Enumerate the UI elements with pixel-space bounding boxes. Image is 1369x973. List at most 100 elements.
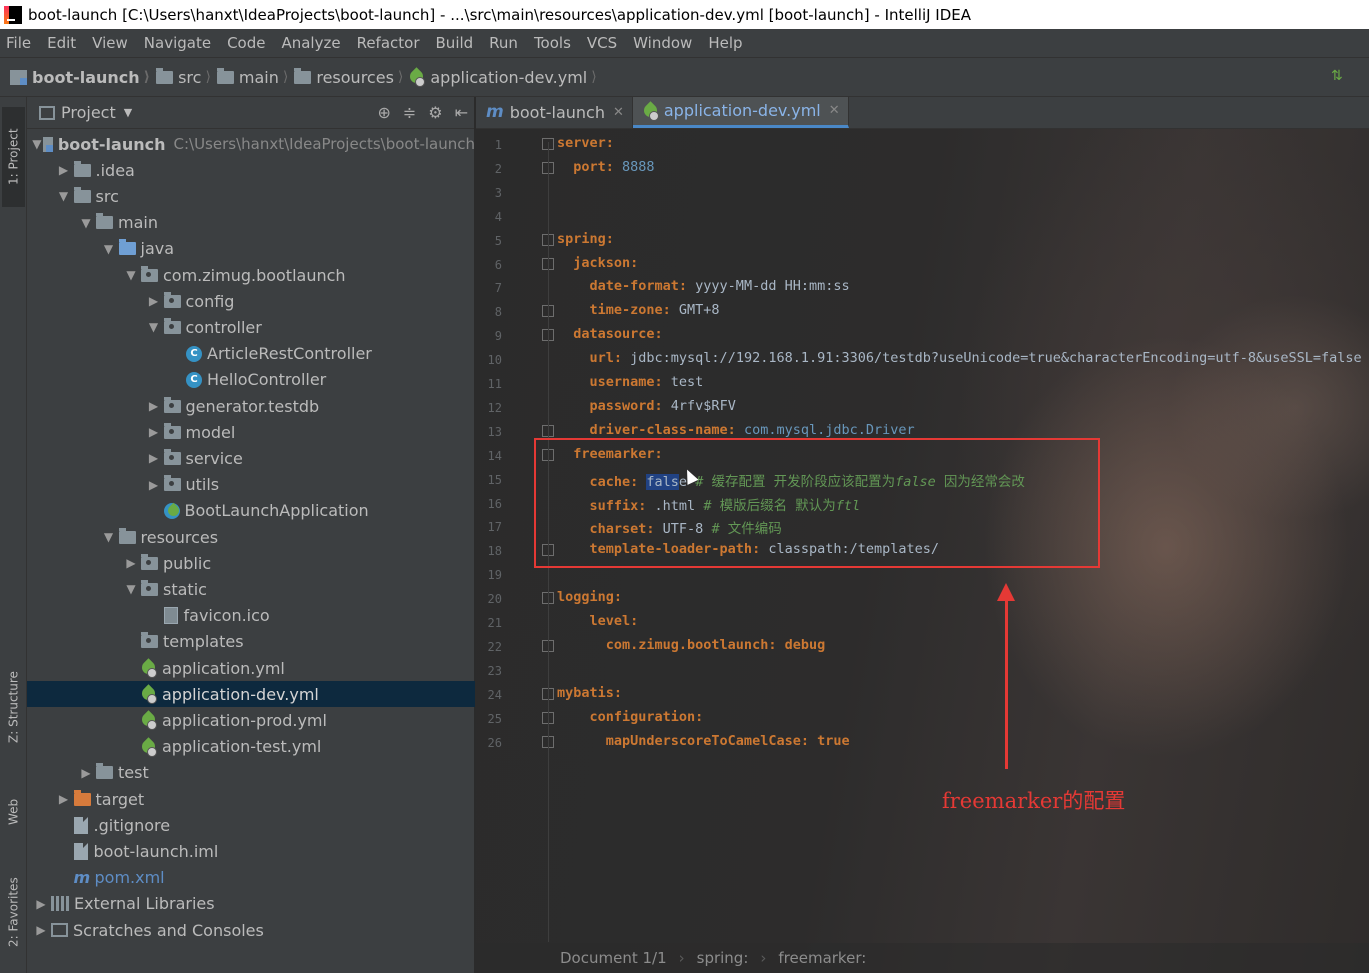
close-icon[interactable]: ✕ bbox=[613, 105, 624, 120]
gear-icon[interactable]: ⚙ bbox=[428, 103, 442, 122]
tree-item[interactable]: ▶ Scratches and Consoles bbox=[27, 917, 475, 943]
menu-edit[interactable]: Edit bbox=[47, 34, 76, 52]
tree-item[interactable]: ▶ External Libraries bbox=[27, 891, 475, 917]
tool-window-structure[interactable]: Z: Structure bbox=[2, 657, 25, 757]
chevron-right-icon[interactable]: ▶ bbox=[144, 451, 164, 465]
breadcrumb-main[interactable]: main ⟩ bbox=[216, 67, 294, 87]
tree-item[interactable]: ▶.gitignore bbox=[27, 812, 475, 838]
menu-code[interactable]: Code bbox=[227, 34, 265, 52]
arrow-shaft bbox=[1005, 599, 1008, 769]
tool-window-favorites[interactable]: 2: Favorites bbox=[2, 862, 25, 962]
tree-item[interactable]: ▼ java bbox=[27, 236, 475, 262]
yaml-path-spring[interactable]: spring: bbox=[697, 949, 749, 967]
tree-item[interactable]: ▶ utils bbox=[27, 472, 475, 498]
tree-item-label: application-dev.yml bbox=[162, 684, 319, 704]
chevron-right-icon[interactable]: ▶ bbox=[76, 766, 96, 780]
code-token: mapUnderscoreToCamelCase: bbox=[557, 732, 818, 749]
tree-item[interactable]: ▶BootLaunchApplication bbox=[27, 498, 475, 524]
menu-bar: File Edit View Navigate Code Analyze Refactor B… bbox=[0, 29, 1369, 57]
chevron-right-icon[interactable]: ▶ bbox=[54, 163, 74, 177]
code-line: mapUnderscoreToCamelCase: true bbox=[557, 733, 850, 749]
chevron-down-icon[interactable]: ▼ bbox=[124, 106, 132, 119]
chevron-right-icon[interactable]: ▶ bbox=[144, 478, 164, 492]
menu-build[interactable]: Build bbox=[436, 34, 474, 52]
breadcrumb-src[interactable]: src ⟩ bbox=[156, 67, 217, 87]
tool-window-web[interactable]: Web bbox=[2, 782, 25, 842]
menu-file[interactable]: File bbox=[6, 34, 31, 52]
tree-item[interactable]: ▶CHelloController bbox=[27, 367, 475, 393]
breadcrumb-file[interactable]: application-dev.yml ⟩ bbox=[409, 68, 602, 87]
chevron-down-icon[interactable]: ▼ bbox=[121, 268, 141, 282]
tree-item[interactable]: ▼ controller bbox=[27, 314, 475, 340]
editor-tab[interactable]: application-dev.yml ✕ bbox=[632, 97, 849, 128]
chevron-right-icon[interactable]: ▶ bbox=[144, 399, 164, 413]
document-indicator[interactable]: Document 1/1 bbox=[560, 949, 667, 967]
line-number: 22 bbox=[487, 639, 502, 654]
tree-item-label: controller bbox=[185, 317, 262, 337]
hide-panel-icon[interactable]: ⇤ bbox=[455, 103, 468, 122]
chevron-right-icon[interactable]: ▶ bbox=[54, 792, 74, 806]
tree-item[interactable]: ▼ com.zimug.bootlaunch bbox=[27, 262, 475, 288]
tree-item[interactable]: ▶ target bbox=[27, 786, 475, 812]
tree-item[interactable]: ▶application-prod.yml bbox=[27, 707, 475, 733]
tree-item[interactable]: ▶ public bbox=[27, 550, 475, 576]
tree-item[interactable]: ▶application.yml bbox=[27, 655, 475, 681]
menu-analyze[interactable]: Analyze bbox=[281, 34, 340, 52]
line-number: 2 bbox=[494, 161, 502, 176]
tree-item[interactable]: ▼ static bbox=[27, 576, 475, 602]
chevron-down-icon[interactable]: ▼ bbox=[99, 530, 119, 544]
locate-icon[interactable]: ⊕ bbox=[377, 103, 390, 122]
yaml-path-freemarker[interactable]: freemarker: bbox=[778, 949, 866, 967]
menu-view[interactable]: View bbox=[92, 34, 128, 52]
menu-tools[interactable]: Tools bbox=[534, 34, 571, 52]
chevron-down-icon[interactable]: ▼ bbox=[54, 189, 74, 203]
chevron-right-icon[interactable]: ▶ bbox=[121, 556, 141, 570]
chevron-right-icon[interactable]: ▶ bbox=[31, 897, 51, 911]
chevron-down-icon[interactable]: ▼ bbox=[76, 216, 96, 230]
tree-item[interactable]: ▼ src bbox=[27, 183, 475, 209]
menu-refactor[interactable]: Refactor bbox=[357, 34, 420, 52]
chevron-right-icon[interactable]: ▶ bbox=[144, 425, 164, 439]
close-icon[interactable]: ✕ bbox=[829, 103, 840, 118]
collapse-all-icon[interactable]: ≑ bbox=[403, 103, 416, 122]
editor-tab[interactable]: m boot-launch ✕ bbox=[476, 97, 633, 128]
tree-item[interactable]: ▶ service bbox=[27, 445, 475, 471]
tree-item[interactable]: ▶mpom.xml bbox=[27, 865, 475, 891]
tree-item[interactable]: ▶application-dev.yml bbox=[27, 681, 475, 708]
tree-item[interactable]: ▶ test bbox=[27, 760, 475, 786]
tree-item[interactable]: ▶application-test.yml bbox=[27, 734, 475, 760]
tree-item[interactable]: ▼ resources bbox=[27, 524, 475, 550]
tree-item[interactable]: ▼ boot-launch C:\Users\hanxt\IdeaProjects\… bbox=[27, 131, 475, 157]
chevron-down-icon[interactable]: ▼ bbox=[31, 137, 43, 151]
menu-run[interactable]: Run bbox=[489, 34, 518, 52]
sort-icon[interactable]: ⇅ bbox=[1331, 68, 1351, 88]
tree-item[interactable]: ▼ main bbox=[27, 210, 475, 236]
chevron-right-icon[interactable]: ▶ bbox=[144, 294, 164, 308]
package-icon bbox=[141, 579, 158, 596]
tree-item[interactable]: ▶templates bbox=[27, 629, 475, 655]
menu-vcs[interactable]: VCS bbox=[587, 34, 617, 52]
tree-item[interactable]: ▶boot-launch.iml bbox=[27, 838, 475, 864]
menu-navigate[interactable]: Navigate bbox=[144, 34, 211, 52]
chevron-down-icon[interactable]: ▼ bbox=[144, 320, 164, 334]
breadcrumb-project[interactable]: boot-launch ⟩ bbox=[10, 68, 156, 87]
editor-scrollbar[interactable] bbox=[1359, 129, 1369, 941]
code-token: time-zone: bbox=[557, 302, 679, 319]
tree-item[interactable]: ▶ .idea bbox=[27, 157, 475, 183]
tree-item[interactable]: ▶ model bbox=[27, 419, 475, 445]
code-token: logging: bbox=[557, 589, 623, 606]
chevron-down-icon[interactable]: ▼ bbox=[121, 582, 141, 596]
chevron-right-icon[interactable]: ▶ bbox=[31, 923, 51, 937]
tree-item[interactable]: ▶favicon.ico bbox=[27, 603, 475, 629]
package-icon bbox=[163, 291, 181, 308]
tree-item[interactable]: ▶ generator.testdb bbox=[27, 393, 475, 419]
breadcrumb-resources[interactable]: resources ⟩ bbox=[294, 67, 409, 87]
tool-window-project[interactable]: 1: Project bbox=[2, 107, 25, 207]
menu-help[interactable]: Help bbox=[708, 34, 742, 52]
menu-window[interactable]: Window bbox=[633, 34, 692, 52]
tree-item[interactable]: ▶ config bbox=[27, 288, 475, 314]
chevron-down-icon[interactable]: ▼ bbox=[99, 242, 119, 256]
tree-item[interactable]: ▶CArticleRestController bbox=[27, 341, 475, 367]
project-view-selector[interactable]: Project bbox=[61, 103, 116, 122]
code-token: com.zimug.bootlaunch: bbox=[557, 636, 785, 653]
